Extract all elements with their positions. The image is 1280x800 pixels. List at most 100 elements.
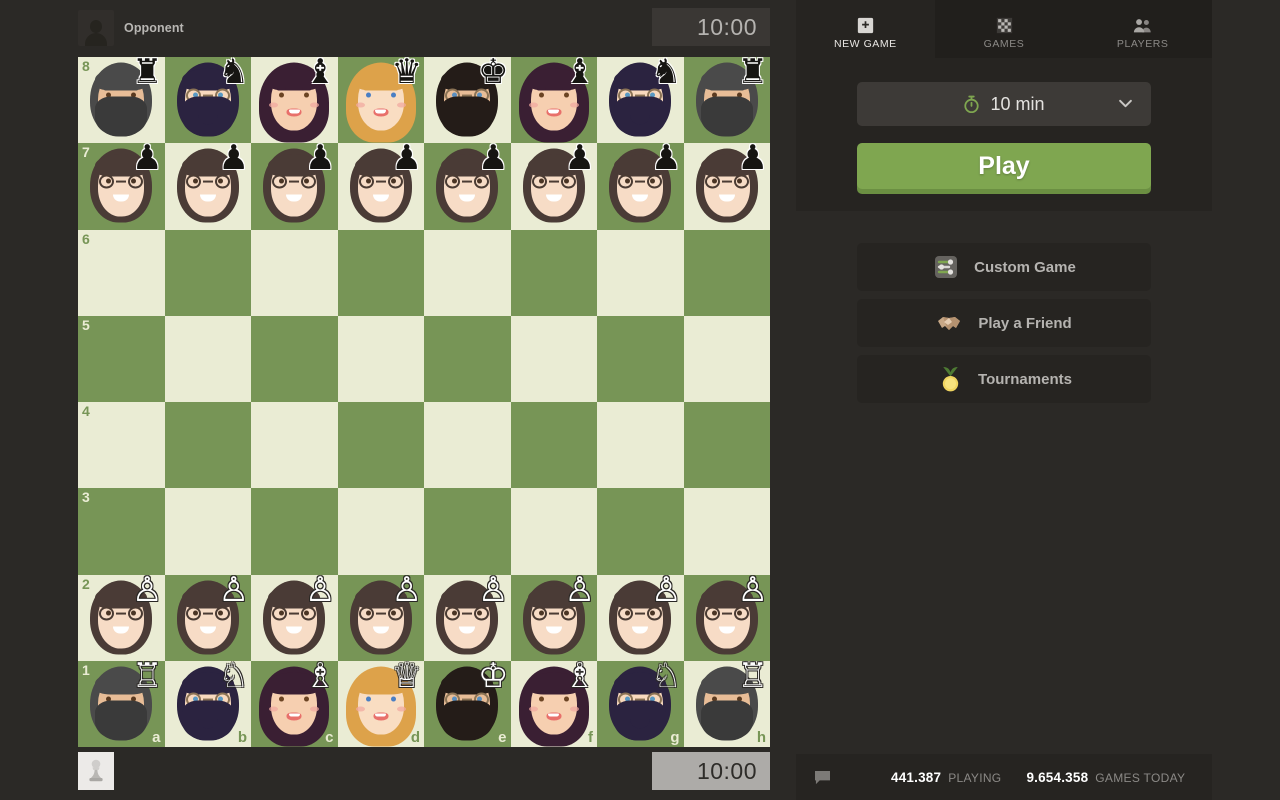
rank-label: 4 xyxy=(82,403,90,419)
square-a2[interactable]: 2 ♙ xyxy=(78,573,165,661)
square-b1[interactable]: b ♘ xyxy=(164,659,251,747)
square-e3[interactable] xyxy=(424,488,511,575)
menu-item-custom-game[interactable]: Custom Game xyxy=(857,243,1151,291)
square-f1[interactable]: f ♗ xyxy=(510,659,597,747)
square-h6[interactable] xyxy=(683,229,770,316)
chat-bubble-icon[interactable] xyxy=(814,770,831,785)
square-h5[interactable] xyxy=(683,315,770,402)
piece-avatar-face xyxy=(84,62,158,141)
square-h4[interactable] xyxy=(683,402,770,489)
sliders-icon xyxy=(932,253,960,281)
square-h2[interactable]: ♙ xyxy=(683,573,770,661)
square-f6[interactable] xyxy=(510,229,597,316)
piece-avatar-face xyxy=(517,148,591,227)
menu-item-custom-game-label: Custom Game xyxy=(974,258,1076,276)
square-c4[interactable] xyxy=(251,402,338,489)
square-c8[interactable]: ♝ xyxy=(251,55,338,144)
square-d4[interactable] xyxy=(337,402,424,489)
square-a8[interactable]: 8 ♜ xyxy=(78,55,165,144)
piece-avatar-face xyxy=(171,580,245,658)
square-e4[interactable] xyxy=(424,402,511,489)
square-h8[interactable]: ♜ xyxy=(683,55,770,144)
square-e8[interactable]: ♚ xyxy=(424,55,511,144)
square-d5[interactable] xyxy=(337,315,424,402)
square-b5[interactable] xyxy=(164,315,251,402)
square-f3[interactable] xyxy=(510,488,597,575)
square-a4[interactable]: 4 xyxy=(78,402,165,489)
sidebar-footer: 441.387 PLAYING 9.654.358 GAMES TODAY xyxy=(796,754,1212,800)
square-h1[interactable]: h ♖ xyxy=(683,659,770,747)
square-c1[interactable]: c ♗ xyxy=(251,659,338,747)
menu-item-play-a-friend[interactable]: Play a Friend xyxy=(857,299,1151,347)
square-a6[interactable]: 6 xyxy=(78,229,165,316)
games-today-label: GAMES TODAY xyxy=(1095,770,1186,785)
square-e7[interactable]: ♟ xyxy=(424,141,511,230)
square-f5[interactable] xyxy=(510,315,597,402)
square-c2[interactable]: ♙ xyxy=(251,573,338,661)
square-g1[interactable]: g ♘ xyxy=(597,659,684,747)
handshake-icon xyxy=(936,309,964,337)
square-e1[interactable]: e ♔ xyxy=(424,659,511,747)
square-b7[interactable]: ♟ xyxy=(164,141,251,230)
square-a7[interactable]: 7 ♟ xyxy=(78,141,165,230)
square-f7[interactable]: ♟ xyxy=(510,141,597,230)
square-d2[interactable]: ♙ xyxy=(337,573,424,661)
square-c6[interactable] xyxy=(251,229,338,316)
square-g2[interactable]: ♙ xyxy=(597,573,684,661)
menu-item-tournaments-label: Tournaments xyxy=(978,370,1072,388)
opponent-avatar[interactable] xyxy=(78,10,114,46)
tab-new-game[interactable]: NEW GAME xyxy=(796,0,935,58)
stopwatch-icon xyxy=(963,95,980,114)
square-a3[interactable]: 3 xyxy=(78,488,165,575)
square-b4[interactable] xyxy=(164,402,251,489)
square-b6[interactable] xyxy=(164,229,251,316)
square-g4[interactable] xyxy=(597,402,684,489)
square-g8[interactable]: ♞ xyxy=(597,55,684,144)
square-h3[interactable] xyxy=(683,488,770,575)
piece-avatar-face xyxy=(84,666,158,744)
chess-app: Opponent 10:00 8 ♜ ♞ ♝ ♛ ♚ ♝ ♞ ♜ 7 ♟ ♟ ♟ ♟ ♟ ♟ ♟ ♟ 6 5 4 3 2 ♙ ♙… xyxy=(0,0,1280,800)
tab-players[interactable]: PLAYERS xyxy=(1073,0,1213,58)
square-e2[interactable]: ♙ xyxy=(424,573,511,661)
square-g5[interactable] xyxy=(597,315,684,402)
square-d3[interactable] xyxy=(337,488,424,575)
piece-avatar-face xyxy=(171,62,245,141)
square-e5[interactable] xyxy=(424,315,511,402)
square-f4[interactable] xyxy=(510,402,597,489)
square-b2[interactable]: ♙ xyxy=(164,573,251,661)
tab-games[interactable]: GAMES xyxy=(934,0,1074,58)
square-f2[interactable]: ♙ xyxy=(510,573,597,661)
white-pawn-icon[interactable] xyxy=(78,752,114,790)
square-c7[interactable]: ♟ xyxy=(251,141,338,230)
chessboard[interactable]: 8 ♜ ♞ ♝ ♛ ♚ ♝ ♞ ♜ 7 ♟ ♟ ♟ ♟ ♟ ♟ ♟ ♟ 6 5 4 3 2 ♙ ♙ ♙ ♙ ♙ ♙ ♙ ♙ 1 a ♖ b ♘ c ♗ d ♕… xyxy=(78,55,770,747)
piece-avatar-face xyxy=(517,580,591,658)
menu-item-tournaments[interactable]: Tournaments xyxy=(857,355,1151,403)
piece-avatar-face xyxy=(690,148,764,227)
piece-avatar-face xyxy=(257,580,331,658)
opponent-name: Opponent xyxy=(124,21,184,35)
piece-avatar-face xyxy=(344,62,418,143)
square-e6[interactable] xyxy=(424,229,511,316)
square-a1[interactable]: 1 a ♖ xyxy=(78,659,165,747)
square-f8[interactable]: ♝ xyxy=(510,55,597,144)
square-d1[interactable]: d ♕ xyxy=(337,659,424,747)
time-control-select[interactable]: 10 min xyxy=(857,82,1151,126)
square-d6[interactable] xyxy=(337,229,424,316)
play-button[interactable]: Play xyxy=(857,143,1151,189)
piece-avatar-face xyxy=(690,62,764,141)
plus-square-icon xyxy=(857,16,874,34)
piece-avatar-face xyxy=(344,148,418,227)
square-b3[interactable] xyxy=(164,488,251,575)
square-b8[interactable]: ♞ xyxy=(164,55,251,144)
square-d7[interactable]: ♟ xyxy=(337,141,424,230)
tab-games-label: GAMES xyxy=(983,38,1025,50)
piece-avatar-face xyxy=(690,580,764,658)
square-g7[interactable]: ♟ xyxy=(597,141,684,230)
square-d8[interactable]: ♛ xyxy=(337,55,424,144)
square-a5[interactable]: 5 xyxy=(78,315,165,402)
square-g6[interactable] xyxy=(597,229,684,316)
square-c3[interactable] xyxy=(251,488,338,575)
square-g3[interactable] xyxy=(597,488,684,575)
square-c5[interactable] xyxy=(251,315,338,402)
square-h7[interactable]: ♟ xyxy=(683,141,770,230)
